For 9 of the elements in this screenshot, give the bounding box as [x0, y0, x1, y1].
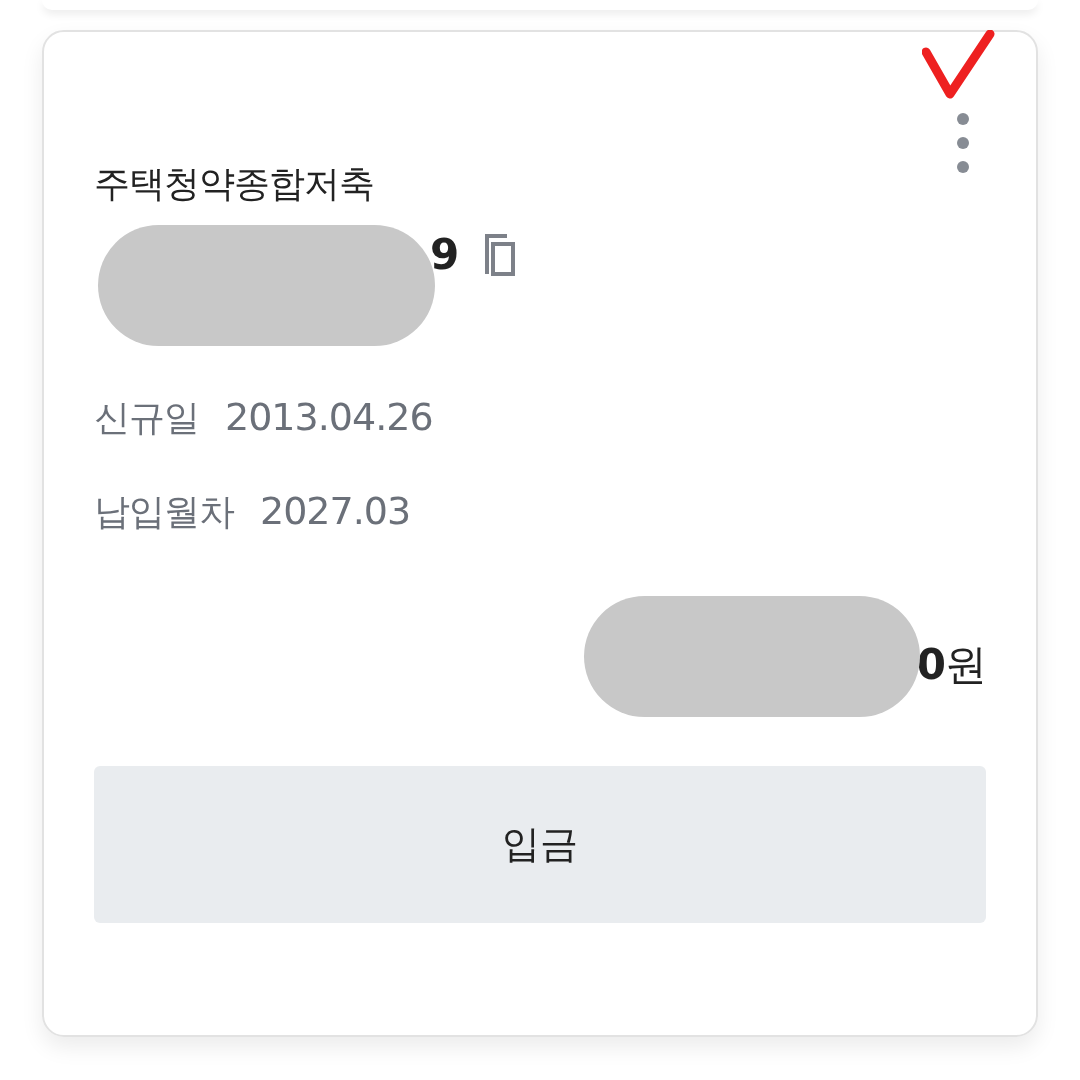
- deposit-button[interactable]: 입금: [94, 766, 986, 924]
- detail-value: 2027.03: [260, 488, 411, 536]
- detail-label: 납입월차: [94, 490, 234, 535]
- detail-label: 신규일: [94, 396, 199, 441]
- detail-value: 2013.04.26: [225, 394, 433, 442]
- account-number-fragment: 9: [430, 234, 460, 277]
- product-name: 주택청약종합저축: [94, 162, 375, 206]
- balance-amount: 0원: [916, 639, 986, 692]
- more-options-icon[interactable]: [956, 112, 970, 174]
